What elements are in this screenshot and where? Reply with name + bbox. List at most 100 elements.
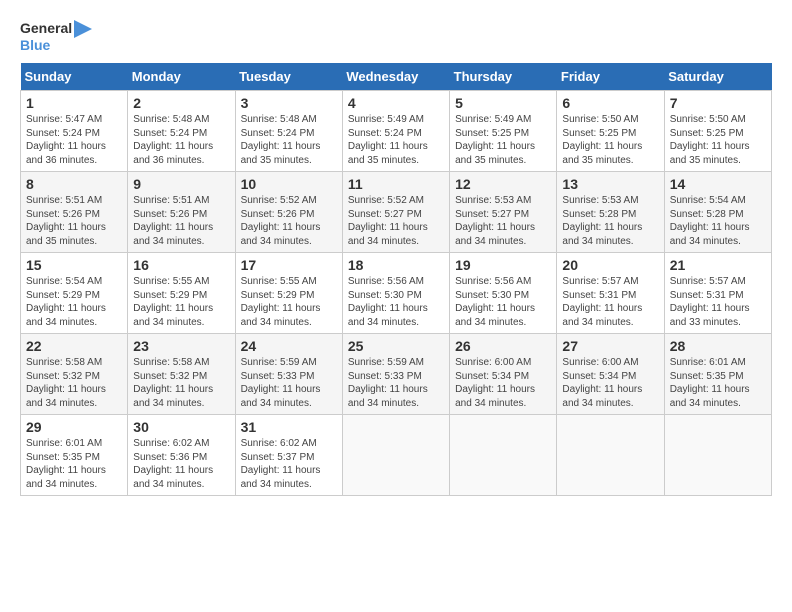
day-info: Sunrise: 6:00 AM Sunset: 5:34 PM Dayligh… (455, 356, 551, 410)
calendar-week-2: 8 Sunrise: 5:51 AM Sunset: 5:26 PM Daylig… (21, 172, 772, 253)
calendar-table: SundayMondayTuesdayWednesdayThursdayFrid… (20, 63, 772, 496)
calendar-week-4: 22 Sunrise: 5:58 AM Sunset: 5:32 PM Dayli… (21, 334, 772, 415)
day-number: 7 (670, 95, 766, 111)
day-info: Sunrise: 6:00 AM Sunset: 5:34 PM Dayligh… (562, 356, 658, 410)
day-number: 5 (455, 95, 551, 111)
calendar-cell: 26Sunrise: 6:00 AM Sunset: 5:34 PM Dayli… (450, 334, 557, 415)
day-info: Sunrise: 5:51 AM Sunset: 5:26 PM Dayligh… (133, 194, 229, 248)
day-info: Sunrise: 5:57 AM Sunset: 5:31 PM Dayligh… (562, 275, 658, 329)
day-info: Sunrise: 5:54 AM Sunset: 5:29 PM Dayligh… (26, 275, 122, 329)
day-info: Sunrise: 5:50 AM Sunset: 5:25 PM Dayligh… (670, 113, 766, 167)
day-number: 16 (133, 257, 229, 273)
day-number: 31 (241, 419, 337, 435)
logo-text-blue: Blue (20, 38, 50, 53)
day-info: Sunrise: 5:51 AM Sunset: 5:26 PM Dayligh… (26, 194, 122, 248)
logo: General Blue (20, 20, 92, 53)
day-number: 3 (241, 95, 337, 111)
logo-arrow-icon (74, 20, 92, 38)
day-info: Sunrise: 6:02 AM Sunset: 5:37 PM Dayligh… (241, 437, 337, 491)
day-number: 8 (26, 176, 122, 192)
day-number: 4 (348, 95, 444, 111)
day-number: 27 (562, 338, 658, 354)
day-number: 6 (562, 95, 658, 111)
day-info: Sunrise: 5:52 AM Sunset: 5:27 PM Dayligh… (348, 194, 444, 248)
calendar-cell (342, 415, 449, 496)
calendar-cell: 28Sunrise: 6:01 AM Sunset: 5:35 PM Dayli… (664, 334, 771, 415)
day-number: 13 (562, 176, 658, 192)
calendar-header-row: SundayMondayTuesdayWednesdayThursdayFrid… (21, 63, 772, 91)
day-number: 21 (670, 257, 766, 273)
calendar-cell: 3Sunrise: 5:48 AM Sunset: 5:24 PM Daylig… (235, 91, 342, 172)
day-number: 9 (133, 176, 229, 192)
day-number: 15 (26, 257, 122, 273)
calendar-cell (450, 415, 557, 496)
calendar-cell: 9 Sunrise: 5:51 AM Sunset: 5:26 PM Daylig… (128, 172, 235, 253)
calendar-cell: 24Sunrise: 5:59 AM Sunset: 5:33 PM Dayli… (235, 334, 342, 415)
calendar-cell: 2 Sunrise: 5:48 AM Sunset: 5:24 PM Daylig… (128, 91, 235, 172)
calendar-cell: 21 Sunrise: 5:57 AM Sunset: 5:31 PM Dayli… (664, 253, 771, 334)
day-info: Sunrise: 5:59 AM Sunset: 5:33 PM Dayligh… (241, 356, 337, 410)
calendar-cell: 5 Sunrise: 5:49 AM Sunset: 5:25 PM Daylig… (450, 91, 557, 172)
calendar-cell: 13 Sunrise: 5:53 AM Sunset: 5:28 PM Dayli… (557, 172, 664, 253)
calendar-cell: 19 Sunrise: 5:56 AM Sunset: 5:30 PM Dayli… (450, 253, 557, 334)
header-wednesday: Wednesday (342, 63, 449, 91)
header-monday: Monday (128, 63, 235, 91)
calendar-cell: 14 Sunrise: 5:54 AM Sunset: 5:28 PM Dayli… (664, 172, 771, 253)
header-friday: Friday (557, 63, 664, 91)
calendar-cell: 29 Sunrise: 6:01 AM Sunset: 5:35 PM Dayli… (21, 415, 128, 496)
calendar-cell: 8 Sunrise: 5:51 AM Sunset: 5:26 PM Daylig… (21, 172, 128, 253)
day-info: Sunrise: 5:57 AM Sunset: 5:31 PM Dayligh… (670, 275, 766, 329)
day-info: Sunrise: 5:48 AM Sunset: 5:24 PM Dayligh… (133, 113, 229, 167)
day-info: Sunrise: 5:47 AM Sunset: 5:24 PM Dayligh… (26, 113, 122, 167)
day-number: 20 (562, 257, 658, 273)
calendar-cell: 1Sunrise: 5:47 AM Sunset: 5:24 PM Daylig… (21, 91, 128, 172)
calendar-cell: 15 Sunrise: 5:54 AM Sunset: 5:29 PM Dayli… (21, 253, 128, 334)
calendar-week-1: 1Sunrise: 5:47 AM Sunset: 5:24 PM Daylig… (21, 91, 772, 172)
calendar-cell: 27 Sunrise: 6:00 AM Sunset: 5:34 PM Dayli… (557, 334, 664, 415)
day-number: 2 (133, 95, 229, 111)
header-tuesday: Tuesday (235, 63, 342, 91)
calendar-cell: 22 Sunrise: 5:58 AM Sunset: 5:32 PM Dayli… (21, 334, 128, 415)
calendar-week-5: 29 Sunrise: 6:01 AM Sunset: 5:35 PM Dayli… (21, 415, 772, 496)
day-number: 14 (670, 176, 766, 192)
day-number: 10 (241, 176, 337, 192)
calendar-cell: 6Sunrise: 5:50 AM Sunset: 5:25 PM Daylig… (557, 91, 664, 172)
day-number: 19 (455, 257, 551, 273)
calendar-week-3: 15 Sunrise: 5:54 AM Sunset: 5:29 PM Dayli… (21, 253, 772, 334)
day-info: Sunrise: 5:58 AM Sunset: 5:32 PM Dayligh… (26, 356, 122, 410)
calendar-cell: 17Sunrise: 5:55 AM Sunset: 5:29 PM Dayli… (235, 253, 342, 334)
calendar-cell: 10Sunrise: 5:52 AM Sunset: 5:26 PM Dayli… (235, 172, 342, 253)
day-number: 11 (348, 176, 444, 192)
calendar-cell: 18Sunrise: 5:56 AM Sunset: 5:30 PM Dayli… (342, 253, 449, 334)
calendar-cell: 4 Sunrise: 5:49 AM Sunset: 5:24 PM Daylig… (342, 91, 449, 172)
day-info: Sunrise: 5:53 AM Sunset: 5:28 PM Dayligh… (562, 194, 658, 248)
day-info: Sunrise: 5:56 AM Sunset: 5:30 PM Dayligh… (455, 275, 551, 329)
day-info: Sunrise: 5:53 AM Sunset: 5:27 PM Dayligh… (455, 194, 551, 248)
header-sunday: Sunday (21, 63, 128, 91)
day-info: Sunrise: 5:49 AM Sunset: 5:24 PM Dayligh… (348, 113, 444, 167)
day-number: 23 (133, 338, 229, 354)
calendar-cell: 12 Sunrise: 5:53 AM Sunset: 5:27 PM Dayli… (450, 172, 557, 253)
day-info: Sunrise: 5:49 AM Sunset: 5:25 PM Dayligh… (455, 113, 551, 167)
day-info: Sunrise: 6:01 AM Sunset: 5:35 PM Dayligh… (26, 437, 122, 491)
day-number: 18 (348, 257, 444, 273)
logo-text-general: General (20, 21, 72, 36)
day-info: Sunrise: 5:55 AM Sunset: 5:29 PM Dayligh… (241, 275, 337, 329)
header-thursday: Thursday (450, 63, 557, 91)
day-info: Sunrise: 5:54 AM Sunset: 5:28 PM Dayligh… (670, 194, 766, 248)
day-number: 12 (455, 176, 551, 192)
day-info: Sunrise: 5:58 AM Sunset: 5:32 PM Dayligh… (133, 356, 229, 410)
day-number: 22 (26, 338, 122, 354)
header-saturday: Saturday (664, 63, 771, 91)
calendar-cell (664, 415, 771, 496)
day-number: 29 (26, 419, 122, 435)
day-info: Sunrise: 6:02 AM Sunset: 5:36 PM Dayligh… (133, 437, 229, 491)
calendar-cell: 31 Sunrise: 6:02 AM Sunset: 5:37 PM Dayli… (235, 415, 342, 496)
calendar-cell: 30Sunrise: 6:02 AM Sunset: 5:36 PM Dayli… (128, 415, 235, 496)
calendar-cell: 25 Sunrise: 5:59 AM Sunset: 5:33 PM Dayli… (342, 334, 449, 415)
calendar-cell: 16Sunrise: 5:55 AM Sunset: 5:29 PM Dayli… (128, 253, 235, 334)
day-info: Sunrise: 6:01 AM Sunset: 5:35 PM Dayligh… (670, 356, 766, 410)
day-number: 25 (348, 338, 444, 354)
calendar-cell (557, 415, 664, 496)
day-info: Sunrise: 5:59 AM Sunset: 5:33 PM Dayligh… (348, 356, 444, 410)
